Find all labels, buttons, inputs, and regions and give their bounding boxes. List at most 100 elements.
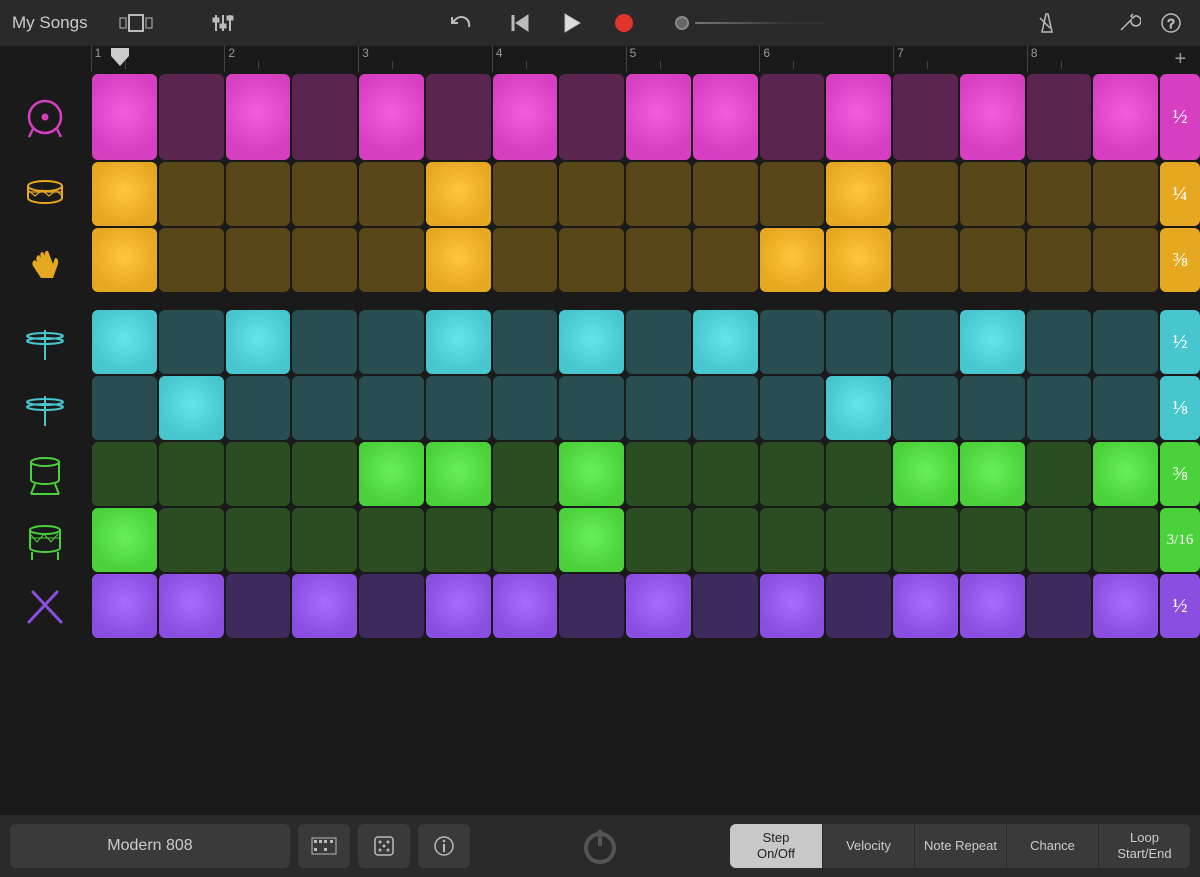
step-cell[interactable] — [159, 228, 224, 292]
fraction-label[interactable]: ½ — [1160, 574, 1200, 638]
step-cell[interactable] — [760, 162, 825, 226]
step-cell[interactable] — [693, 574, 758, 638]
step-cell[interactable] — [626, 228, 691, 292]
step-cell[interactable] — [960, 376, 1025, 440]
step-cell[interactable] — [92, 310, 157, 374]
position-slider[interactable] — [675, 16, 825, 30]
step-cell[interactable] — [226, 574, 291, 638]
step-cell[interactable] — [760, 574, 825, 638]
step-cell[interactable] — [92, 376, 157, 440]
step-cell[interactable] — [826, 442, 891, 506]
step-cell[interactable] — [760, 508, 825, 572]
step-cell[interactable] — [693, 442, 758, 506]
snare-drum-icon[interactable] — [0, 172, 90, 216]
fraction-label[interactable]: ⅛ — [1160, 376, 1200, 440]
my-songs-button[interactable]: My Songs — [12, 13, 88, 33]
fraction-label[interactable]: ⅜ — [1160, 228, 1200, 292]
step-cell[interactable] — [559, 376, 624, 440]
step-cell[interactable] — [426, 508, 491, 572]
step-cell[interactable] — [760, 228, 825, 292]
step-cell[interactable] — [960, 228, 1025, 292]
step-cell[interactable] — [1027, 508, 1092, 572]
step-cell[interactable] — [92, 574, 157, 638]
step-cell[interactable] — [426, 74, 491, 160]
step-cell[interactable] — [159, 574, 224, 638]
settings-button[interactable] — [1112, 8, 1146, 38]
ruler-bar[interactable]: 7 — [893, 46, 1027, 72]
fraction-label[interactable]: ½ — [1160, 310, 1200, 374]
step-cell[interactable] — [1093, 574, 1158, 638]
step-cell[interactable] — [626, 508, 691, 572]
step-cell[interactable] — [359, 162, 424, 226]
kick-drum-icon[interactable] — [0, 95, 90, 139]
step-cell[interactable] — [159, 442, 224, 506]
step-cell[interactable] — [1027, 74, 1092, 160]
pattern-button[interactable] — [298, 824, 350, 868]
step-cell[interactable] — [359, 228, 424, 292]
sticks-icon[interactable] — [0, 584, 90, 628]
step-cell[interactable] — [1093, 162, 1158, 226]
clap-icon[interactable] — [0, 238, 90, 282]
step-cell[interactable] — [960, 162, 1025, 226]
step-cell[interactable] — [693, 310, 758, 374]
ruler-bar[interactable]: 4 — [492, 46, 626, 72]
step-cell[interactable] — [1027, 162, 1092, 226]
step-cell[interactable] — [426, 228, 491, 292]
step-cell[interactable] — [92, 74, 157, 160]
step-cell[interactable] — [493, 574, 558, 638]
step-cell[interactable] — [1027, 310, 1092, 374]
step-cell[interactable] — [493, 442, 558, 506]
step-cell[interactable] — [960, 508, 1025, 572]
step-cell[interactable] — [359, 310, 424, 374]
step-cell[interactable] — [426, 376, 491, 440]
step-cell[interactable] — [292, 228, 357, 292]
step-cell[interactable] — [559, 162, 624, 226]
step-cell[interactable] — [426, 162, 491, 226]
step-cell[interactable] — [1027, 228, 1092, 292]
step-cell[interactable] — [626, 162, 691, 226]
power-button[interactable] — [570, 816, 630, 876]
step-cell[interactable] — [626, 442, 691, 506]
floor-tom-icon[interactable] — [0, 518, 90, 562]
step-cell[interactable] — [292, 162, 357, 226]
step-cell[interactable] — [292, 310, 357, 374]
step-cell[interactable] — [493, 508, 558, 572]
step-cell[interactable] — [893, 162, 958, 226]
rewind-button[interactable] — [503, 8, 537, 38]
step-cell[interactable] — [960, 74, 1025, 160]
step-cell[interactable] — [559, 574, 624, 638]
fraction-label[interactable]: ¼ — [1160, 162, 1200, 226]
ruler-bar[interactable]: 3 — [358, 46, 492, 72]
step-cell[interactable] — [292, 376, 357, 440]
step-cell[interactable] — [826, 376, 891, 440]
step-cell[interactable] — [359, 442, 424, 506]
step-cell[interactable] — [559, 228, 624, 292]
step-cell[interactable] — [559, 74, 624, 160]
step-cell[interactable] — [226, 162, 291, 226]
step-cell[interactable] — [826, 574, 891, 638]
step-cell[interactable] — [493, 376, 558, 440]
step-cell[interactable] — [426, 442, 491, 506]
step-cell[interactable] — [292, 508, 357, 572]
ruler-bar[interactable]: 8 — [1027, 46, 1161, 72]
step-cell[interactable] — [893, 442, 958, 506]
ruler-bar[interactable]: 5 — [626, 46, 760, 72]
add-bar-button[interactable]: + — [1161, 48, 1200, 71]
step-cell[interactable] — [760, 442, 825, 506]
step-cell[interactable] — [226, 310, 291, 374]
step-cell[interactable] — [159, 162, 224, 226]
step-cell[interactable] — [693, 162, 758, 226]
fraction-label[interactable]: 3/16 — [1160, 508, 1200, 572]
step-cell[interactable] — [159, 376, 224, 440]
step-cell[interactable] — [760, 376, 825, 440]
hihat-icon[interactable] — [0, 386, 90, 430]
step-cell[interactable] — [359, 508, 424, 572]
hihat-icon[interactable] — [0, 320, 90, 364]
mode-velocity[interactable]: Velocity — [822, 824, 914, 868]
step-cell[interactable] — [359, 574, 424, 638]
fraction-label[interactable]: ⅜ — [1160, 442, 1200, 506]
step-cell[interactable] — [92, 442, 157, 506]
step-cell[interactable] — [626, 376, 691, 440]
step-cell[interactable] — [693, 508, 758, 572]
step-cell[interactable] — [292, 574, 357, 638]
